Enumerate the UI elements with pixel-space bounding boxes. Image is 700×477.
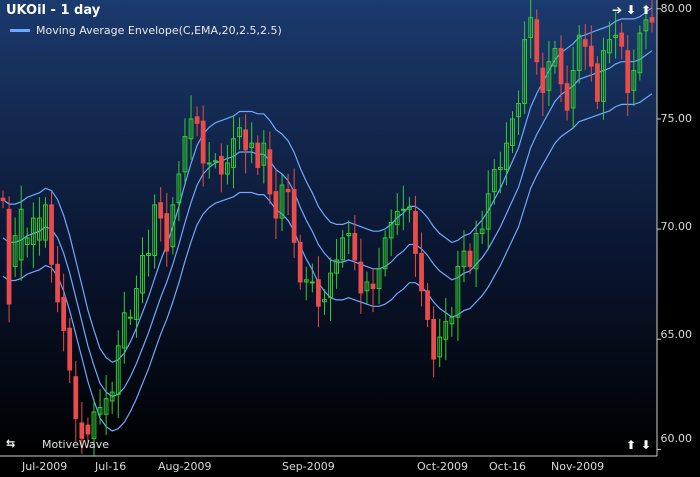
- arrow-down-icon[interactable]: ⬇: [641, 439, 651, 451]
- candle-body-down: [200, 120, 206, 164]
- candle-body-down: [285, 188, 291, 193]
- candle-body-down: [564, 83, 570, 111]
- candle-body-down: [358, 261, 364, 294]
- candle-body-down: [419, 252, 424, 292]
- arrow-up-icon[interactable]: ⬆: [641, 4, 651, 16]
- candle-body-down: [291, 188, 297, 243]
- candle-body-down: [255, 142, 261, 168]
- candle-body-down: [558, 47, 564, 85]
- candle-body-down: [425, 290, 430, 320]
- plot-background: [0, 0, 657, 456]
- candle: [6, 196, 12, 323]
- candle-body-down: [164, 213, 170, 252]
- candle-body-down: [431, 318, 437, 360]
- candle: [595, 56, 600, 110]
- candle-body-down: [49, 204, 54, 265]
- chart-title: UKOil - 1 day: [6, 3, 101, 18]
- candle-body-down: [0, 197, 6, 201]
- candle: [297, 234, 303, 290]
- x-tick-label: Nov-2009: [551, 460, 605, 473]
- y-tick-label: 60.00: [660, 432, 693, 445]
- candle-body-down: [595, 63, 600, 102]
- chart-window: UKOil - 1 day Moving Average Envelope(C,…: [0, 0, 700, 477]
- candle-body-down: [243, 129, 248, 151]
- candle-body-down: [540, 67, 546, 94]
- y-tick-label: 75.00: [660, 112, 693, 125]
- candle-body-down: [297, 241, 303, 283]
- candle-body-down: [352, 233, 358, 261]
- candle-body-up: [212, 160, 218, 163]
- candle-body-down: [55, 263, 60, 303]
- candle-body-down: [194, 116, 200, 124]
- candle-body-down: [218, 155, 224, 175]
- candle-body-down: [79, 422, 85, 439]
- arrow-down-icon[interactable]: ⬇: [626, 4, 636, 16]
- candle-body-down: [85, 424, 91, 435]
- candle-body-down: [588, 45, 594, 67]
- candle-body-down: [67, 327, 73, 371]
- legend-swatch: [10, 29, 30, 32]
- candle-body-up: [400, 208, 406, 211]
- candle-body-down: [61, 296, 67, 331]
- arrow-right-icon[interactable]: ➔: [612, 4, 622, 16]
- arrow-up-icon[interactable]: ⬆: [626, 439, 636, 451]
- x-tick-label: Aug-2009: [158, 460, 212, 473]
- candle-body-down: [267, 149, 273, 195]
- left-right-arrows-icon[interactable]: ⇆: [6, 438, 15, 450]
- price-chart[interactable]: [0, 0, 700, 477]
- y-tick-label: 80.00: [660, 2, 693, 15]
- candle-body-down: [6, 208, 12, 305]
- candle-body-up: [309, 281, 315, 284]
- x-tick-label: Oct-2009: [417, 460, 468, 473]
- x-tick-label: Oct-16: [489, 460, 526, 473]
- candle-body-down: [467, 250, 473, 268]
- brand-label: MotiveWave: [42, 438, 110, 451]
- legend-label: Moving Average Envelope(C,EMA,20,2.5,2.5…: [36, 24, 282, 37]
- candle-body-down: [534, 19, 540, 63]
- candle-body-down: [625, 50, 631, 94]
- candle-body-down: [73, 376, 79, 420]
- candle-body-down: [619, 32, 625, 47]
- candle-body-down: [413, 210, 418, 254]
- y-tick-label: 65.00: [660, 328, 693, 341]
- x-tick-label: Sep-2009: [282, 460, 335, 473]
- candle-body-down: [158, 202, 164, 219]
- x-tick-label: Jul-2009: [22, 460, 68, 473]
- candle-body-down: [582, 39, 588, 47]
- y-tick-label: 70.00: [660, 220, 693, 233]
- candle-body-up: [206, 162, 212, 165]
- candle-body-down: [316, 279, 321, 307]
- candle-body-down: [649, 17, 655, 23]
- candle-body-down: [273, 191, 279, 219]
- legend[interactable]: Moving Average Envelope(C,EMA,20,2.5,2.5…: [10, 24, 282, 37]
- x-tick-label: Jul-16: [95, 460, 127, 473]
- candle-body-down: [370, 283, 376, 290]
- candle-body-up: [127, 316, 133, 319]
